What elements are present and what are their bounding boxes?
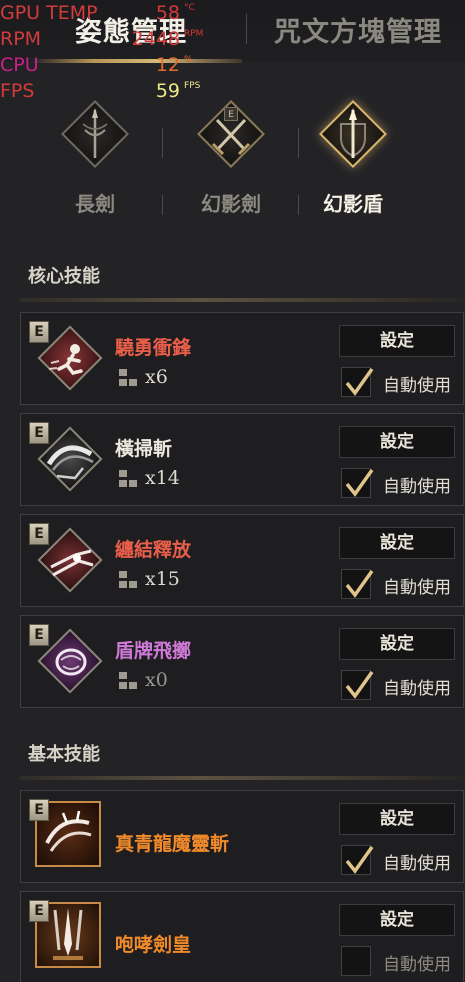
- overlay-unit: FPS: [184, 81, 201, 91]
- skill-name: 驍勇衝鋒: [115, 337, 192, 359]
- skill-name: 咆哮劍皇: [115, 934, 192, 956]
- auto-use-label: 自動使用: [383, 578, 451, 598]
- weapon-longsword[interactable]: 長劍: [50, 100, 140, 225]
- phantom-shield-icon: [319, 100, 387, 168]
- skill-material-icon: [119, 470, 139, 490]
- section-divider: [20, 298, 465, 302]
- weapon-phantom-shield[interactable]: 幻影盾: [308, 100, 398, 225]
- skill-material-count: x0: [145, 669, 168, 691]
- section-title-core-skills: 核心技能: [28, 266, 100, 287]
- auto-use-label: 自動使用: [383, 477, 451, 497]
- longsword-icon: [61, 100, 129, 168]
- active-tab-underline: [30, 59, 242, 63]
- checkmark-icon: [345, 569, 374, 598]
- skill-card: E 真青龍魔靈斬 設定 自動使用: [20, 790, 464, 883]
- skill-material-icon: [119, 672, 139, 692]
- equipped-badge: E: [224, 107, 238, 121]
- equipped-badge: E: [29, 422, 49, 444]
- auto-use-toggle[interactable]: 自動使用: [341, 946, 465, 980]
- equipped-badge: E: [29, 799, 49, 821]
- auto-use-label: 自動使用: [383, 955, 451, 975]
- skill-card: E 咆哮劍皇 設定 自動使用: [20, 891, 464, 982]
- overlay-fps: FPS 59 FPS: [0, 80, 240, 102]
- auto-use-toggle[interactable]: 自動使用: [341, 367, 465, 401]
- section-divider: [20, 776, 465, 780]
- skill-material-count: x14: [145, 467, 180, 489]
- skill-material-count: x15: [145, 568, 180, 590]
- skill-name: 真青龍魔靈斬: [115, 833, 230, 855]
- auto-use-checkbox[interactable]: [341, 845, 374, 875]
- skill-settings-button[interactable]: 設定: [339, 426, 455, 458]
- skill-settings-button[interactable]: 設定: [339, 325, 455, 357]
- weapon-label: 長劍: [75, 192, 115, 216]
- auto-use-toggle[interactable]: 自動使用: [341, 845, 465, 879]
- auto-use-toggle[interactable]: 自動使用: [341, 670, 465, 704]
- skill-settings-button[interactable]: 設定: [339, 628, 455, 660]
- tab-stance-label: 姿態管理: [75, 17, 187, 48]
- tab-divider: [246, 14, 247, 44]
- overlay-label: FPS: [0, 80, 35, 102]
- tab-stance-management[interactable]: 姿態管理: [20, 0, 242, 63]
- header-bar: 姿態管理 咒文方塊管理: [0, 0, 465, 63]
- checkmark-icon: [345, 845, 374, 874]
- weapon-label: 幻影盾: [323, 192, 383, 216]
- skill-material-icon: [119, 369, 139, 389]
- weapon-label: 幻影劍: [201, 192, 261, 216]
- auto-use-label: 自動使用: [383, 376, 451, 396]
- equipped-badge: E: [29, 624, 49, 646]
- skill-card: E 纏結釋放 x15 設定 自動使用: [20, 514, 464, 607]
- auto-use-checkbox[interactable]: [341, 946, 371, 976]
- weapon-divider: [162, 128, 163, 158]
- skill-name: 橫掃斬: [115, 438, 173, 460]
- skill-material-count: x6: [145, 366, 168, 388]
- skill-name: 纏結釋放: [115, 539, 192, 561]
- auto-use-label: 自動使用: [383, 679, 451, 699]
- skill-name: 盾牌飛擲: [115, 640, 192, 662]
- checkmark-icon: [345, 468, 374, 497]
- auto-use-label: 自動使用: [383, 854, 451, 874]
- checkmark-icon: [345, 367, 374, 396]
- auto-use-checkbox[interactable]: [341, 569, 374, 599]
- equipped-badge: E: [29, 900, 49, 922]
- skill-card: E 橫掃斬 x14 設定 自動使用: [20, 413, 464, 506]
- auto-use-checkbox[interactable]: [341, 367, 374, 397]
- skill-settings-button[interactable]: 設定: [339, 527, 455, 559]
- equipped-badge: E: [29, 321, 49, 343]
- checkmark-icon: [345, 670, 374, 699]
- weapon-divider: [298, 128, 299, 158]
- skill-material-icon: [119, 571, 139, 591]
- weapon-divider: [298, 195, 299, 215]
- section-title-basic-skills: 基本技能: [28, 744, 100, 765]
- auto-use-toggle[interactable]: 自動使用: [341, 468, 465, 502]
- skill-settings-button[interactable]: 設定: [339, 904, 455, 936]
- skill-card: E 驍勇衝鋒 x6 設定 自動使用: [20, 312, 464, 405]
- weapon-phantom-sword[interactable]: E 幻影劍: [186, 100, 276, 225]
- auto-use-checkbox[interactable]: [341, 468, 374, 498]
- auto-use-checkbox[interactable]: [341, 670, 374, 700]
- skill-settings-button[interactable]: 設定: [339, 803, 455, 835]
- auto-use-toggle[interactable]: 自動使用: [341, 569, 465, 603]
- weapon-divider: [162, 195, 163, 215]
- skill-card: E 盾牌飛擲 x0 設定 自動使用: [20, 615, 464, 708]
- phantom-sword-icon: E: [197, 100, 265, 168]
- equipped-badge: E: [29, 523, 49, 545]
- tab-spell-cube-management[interactable]: 咒文方塊管理: [258, 10, 458, 50]
- overlay-value: 59: [155, 80, 180, 102]
